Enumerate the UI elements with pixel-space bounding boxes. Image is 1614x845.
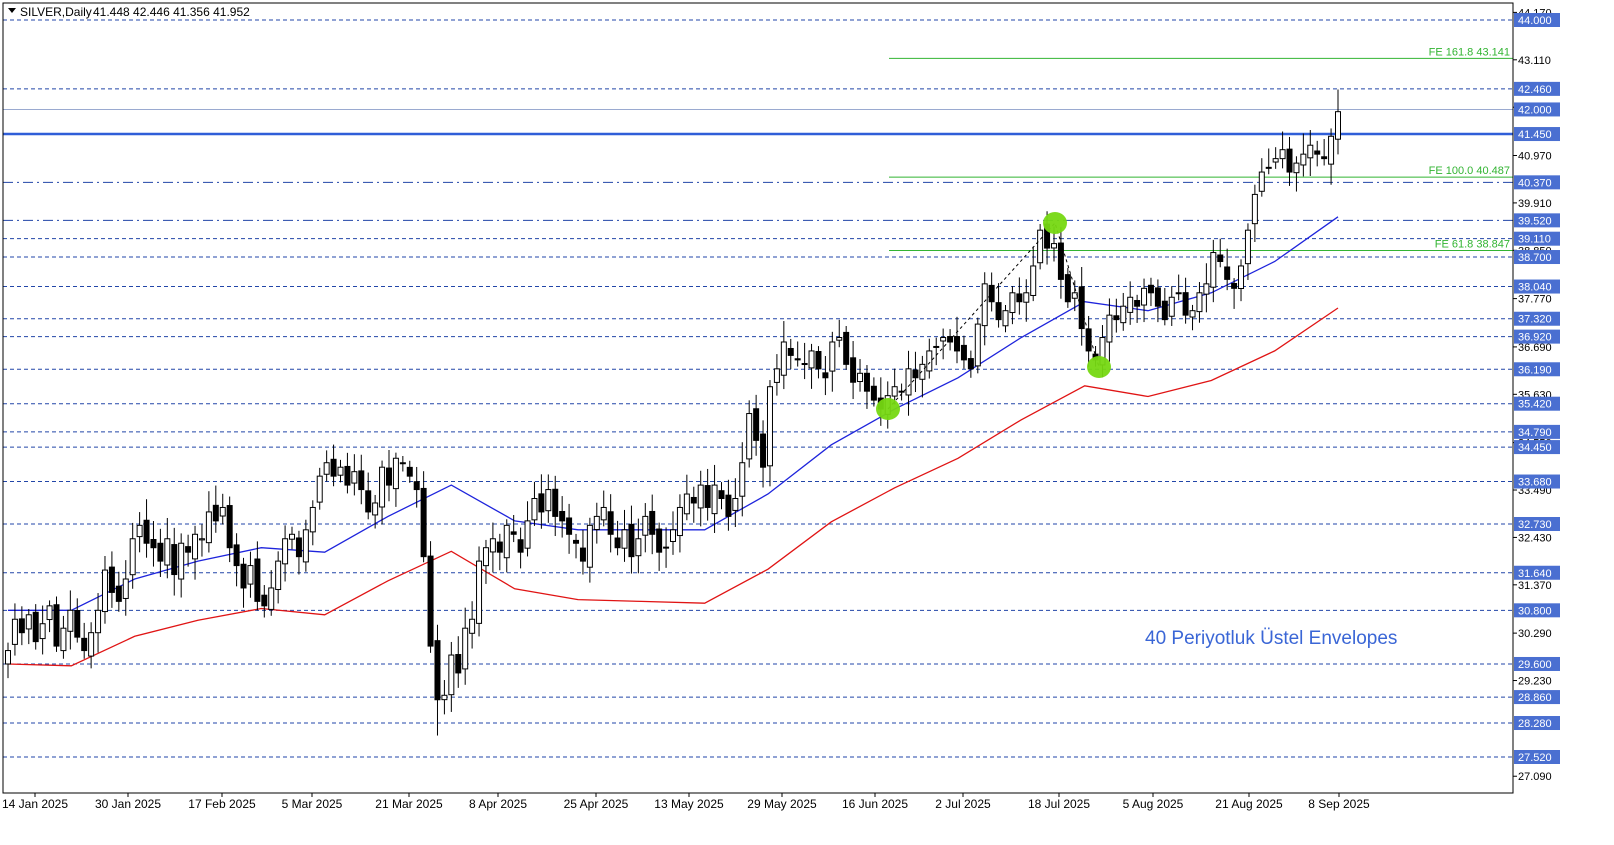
y-tick-label: 29.230 <box>1518 676 1552 688</box>
level-price-label: 30.800 <box>1518 605 1552 617</box>
pattern-marker <box>1087 356 1111 378</box>
x-tick-label: 16 Jun 2025 <box>842 797 908 811</box>
y-tick-label: 43.110 <box>1518 55 1551 67</box>
level-price-label: 34.450 <box>1518 442 1552 454</box>
level-price-label: 39.520 <box>1518 215 1552 227</box>
chart-background <box>0 0 1614 840</box>
level-price-label: 40.370 <box>1518 177 1552 189</box>
fib-label: FE 61.8 38.847 <box>1435 238 1510 250</box>
header: SILVER,Daily 41.448 42.446 41.356 41.952 <box>8 5 250 19</box>
y-tick-label: 32.430 <box>1518 532 1552 544</box>
x-tick-label: 18 Jul 2025 <box>1028 797 1090 811</box>
level-price-label: 33.680 <box>1518 477 1552 489</box>
x-tick-label: 2 Jul 2025 <box>935 797 991 811</box>
pattern-marker <box>1043 212 1067 234</box>
x-tick-label: 13 May 2025 <box>654 797 724 811</box>
y-tick-label: 37.770 <box>1518 294 1552 306</box>
candle <box>53 596 60 652</box>
x-tick-label: 5 Mar 2025 <box>282 797 343 811</box>
level-price-label: 35.420 <box>1518 399 1552 411</box>
level-price-label: 32.730 <box>1518 519 1552 531</box>
x-tick-label: 8 Sep 2025 <box>1308 797 1370 811</box>
y-tick-label: 36.690 <box>1518 342 1552 354</box>
y-tick-label: 39.910 <box>1518 198 1552 210</box>
level-price-label: 36.190 <box>1518 364 1552 376</box>
level-price-label: 36.920 <box>1518 332 1552 344</box>
level-price-label: 29.600 <box>1518 659 1552 671</box>
level-price-label: 34.790 <box>1518 427 1552 439</box>
level-price-label: 28.860 <box>1518 692 1552 704</box>
price-chart[interactable]: FE 161.8 43.141 FE 100.0 40.487 FE 61.8 38… <box>0 0 1614 840</box>
y-tick-label: 40.970 <box>1518 151 1552 163</box>
level-price-label: 41.450 <box>1518 129 1552 141</box>
x-tick-label: 21 Mar 2025 <box>375 797 443 811</box>
candle <box>427 541 434 653</box>
level-price-label: 28.280 <box>1518 718 1552 730</box>
y-tick-label: 31.370 <box>1518 580 1552 592</box>
symbol-label: SILVER,Daily <box>20 5 92 19</box>
y-tick-label: 27.090 <box>1518 771 1552 783</box>
pattern-marker <box>876 398 900 420</box>
fib-label: FE 100.0 40.487 <box>1429 165 1510 177</box>
candle <box>1037 224 1044 270</box>
level-price-label: 37.320 <box>1518 314 1552 326</box>
level-price-label: 38.700 <box>1518 252 1552 264</box>
level-price-label: 38.040 <box>1518 282 1552 294</box>
x-tick-label: 21 Aug 2025 <box>1215 797 1283 811</box>
level-price-label: 42.000 <box>1518 104 1552 116</box>
x-tick-label: 17 Feb 2025 <box>188 797 256 811</box>
x-tick-label: 5 Aug 2025 <box>1123 797 1184 811</box>
level-price-label: 31.640 <box>1518 568 1552 580</box>
level-price-label: 42.460 <box>1518 84 1552 96</box>
x-tick-label: 25 Apr 2025 <box>564 797 629 811</box>
x-tick-label: 14 Jan 2025 <box>2 797 68 811</box>
x-tick-label: 30 Jan 2025 <box>95 797 161 811</box>
x-tick-label: 29 May 2025 <box>747 797 817 811</box>
level-price-label: 39.110 <box>1518 234 1551 246</box>
annotation-text: 40 Periyotluk Üstel Envelopes <box>1145 628 1397 649</box>
y-tick-label: 30.290 <box>1518 628 1552 640</box>
fib-label: FE 161.8 43.141 <box>1429 46 1510 58</box>
level-price-label: 27.520 <box>1518 752 1552 764</box>
candle <box>974 317 981 374</box>
ohlc-readout: 41.448 42.446 41.356 41.952 <box>93 5 250 19</box>
candle <box>843 326 850 370</box>
chart-area[interactable]: FE 161.8 43.141 FE 100.0 40.487 FE 61.8 38… <box>0 0 1614 840</box>
x-tick-label: 8 Apr 2025 <box>469 797 527 811</box>
level-price-label: 44.000 <box>1518 15 1552 27</box>
